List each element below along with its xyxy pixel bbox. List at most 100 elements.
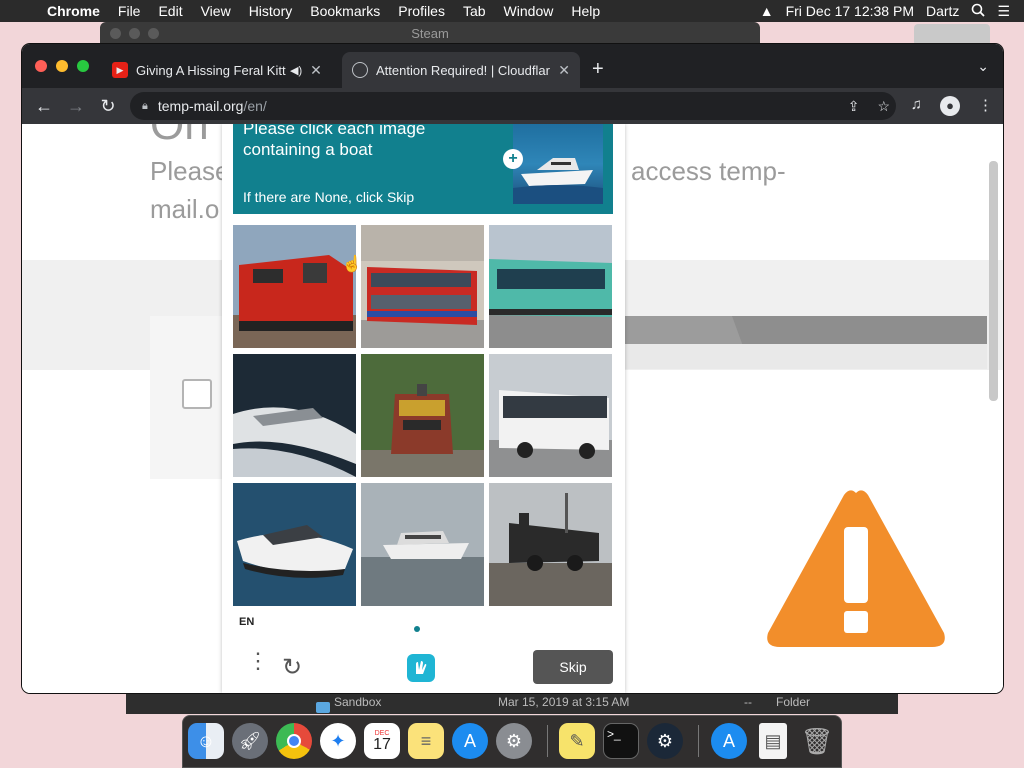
dock-separator	[698, 725, 699, 757]
captcha-image-tile[interactable]	[361, 354, 484, 477]
clock[interactable]: Fri Dec 17 12:38 PM	[786, 3, 914, 19]
finder-row-date: Mar 15, 2019 at 3:15 AM	[498, 695, 630, 709]
media-control-icon[interactable]: ♫	[911, 96, 922, 116]
captcha-prompt: Please click each image containing a boa…	[243, 124, 426, 159]
app-store-downloads-icon[interactable]: A	[711, 723, 747, 759]
hcaptcha-logo-icon	[407, 654, 435, 682]
steam-window-titlebar[interactable]: Steam	[100, 22, 760, 46]
captcha-image-tile[interactable]	[489, 225, 612, 348]
url-path: /en/	[243, 98, 267, 114]
spotlight-search-icon[interactable]	[971, 3, 986, 20]
new-tab-icon[interactable]: +	[592, 58, 604, 81]
share-icon[interactable]: ⇪	[848, 98, 860, 115]
steam-icon[interactable]: ⚙	[647, 723, 683, 759]
finder-icon[interactable]: ☺	[188, 723, 224, 759]
menu-tab[interactable]: Tab	[454, 3, 495, 19]
menu-file[interactable]: File	[109, 3, 150, 19]
system-preferences-gear-icon[interactable]: ⚙	[496, 723, 532, 759]
forward-arrow-icon[interactable]: →	[60, 96, 92, 117]
notes-icon[interactable]: ≡	[408, 723, 444, 759]
chrome-icon[interactable]	[276, 723, 312, 759]
captcha-image-tile[interactable]	[489, 483, 612, 606]
profile-avatar-icon[interactable]: ●	[940, 96, 960, 116]
page-text-right: access temp-	[631, 156, 786, 186]
captcha-image-tile[interactable]	[233, 483, 356, 606]
background-window[interactable]	[914, 24, 990, 46]
captcha-sample-image	[513, 124, 603, 204]
chrome-window: ▶ Giving A Hissing Feral Kitten ◀) ✕ Att…	[22, 44, 1003, 693]
mouse-pointer-hand-icon: ☝	[342, 256, 362, 273]
bookmark-star-icon[interactable]: ☆	[877, 98, 890, 115]
menu-bar: Chrome File Edit View History Bookmarks …	[0, 0, 1024, 22]
captcha-hint: If there are None, click Skip	[243, 189, 415, 205]
add-sample-icon: +	[503, 149, 523, 169]
finder-row-size: --	[744, 695, 752, 709]
control-center-icon[interactable]: ☰	[997, 3, 1010, 20]
captcha-image-grid	[233, 225, 613, 606]
page-text-left-1: Please	[150, 156, 230, 186]
lock-icon[interactable]: 🔒︎	[142, 100, 148, 113]
zoom-window-button[interactable]	[77, 60, 89, 72]
menu-window[interactable]: Window	[495, 3, 563, 19]
skip-button[interactable]: Skip	[533, 650, 613, 684]
document-icon[interactable]: ▤	[759, 723, 787, 759]
tab-search-chevron-icon[interactable]: ⌄	[977, 58, 989, 75]
more-menu-icon[interactable]: ⋮	[978, 96, 993, 116]
finder-row-kind: Folder	[776, 695, 811, 709]
menu-profiles[interactable]: Profiles	[389, 3, 454, 19]
page-text-left-2: mail.o	[150, 194, 220, 224]
menu-bookmarks[interactable]: Bookmarks	[301, 3, 389, 19]
scrollbar[interactable]	[989, 161, 998, 401]
page-heading-fragment: On	[150, 124, 209, 149]
eject-icon[interactable]: ▲	[760, 3, 774, 19]
finder-row-name: Sandbox	[334, 695, 382, 709]
captcha-header: Please click each image containing a boa…	[233, 124, 613, 214]
toolbar: ← → ↻ 🔒︎ temp-mail.org/en/ ⇪ ☆ ♫ ● ⋮	[22, 88, 1003, 124]
menu-history[interactable]: History	[240, 3, 302, 19]
dock-separator	[547, 725, 548, 757]
close-tab-icon[interactable]: ✕	[310, 62, 322, 79]
app-store-icon[interactable]: A	[452, 723, 488, 759]
launchpad-icon[interactable]: 🚀︎	[232, 723, 268, 759]
calendar-icon[interactable]: DEC 17	[364, 723, 400, 759]
page-band	[624, 344, 987, 369]
warning-icon	[767, 490, 945, 647]
menu-view[interactable]: View	[192, 3, 240, 19]
refresh-challenge-icon[interactable]: ↻	[282, 653, 302, 682]
page-viewport: On Please mail.o access temp- Please cli…	[22, 124, 1003, 693]
language-selector[interactable]: EN	[239, 616, 254, 628]
safari-compass-icon[interactable]: ✦	[320, 723, 356, 759]
url-domain: temp-mail.org	[157, 98, 244, 114]
minimize-window-button[interactable]	[56, 60, 68, 72]
audio-playing-icon[interactable]: ◀)	[290, 64, 302, 77]
captcha-image-tile[interactable]	[361, 225, 484, 348]
close-window-button[interactable]	[35, 60, 47, 72]
tab-cloudflare[interactable]: Attention Required! | Cloudflare ✕	[342, 52, 580, 88]
reload-icon[interactable]: ↻	[92, 96, 124, 117]
terminal-icon[interactable]: >_	[603, 723, 639, 759]
dock: ☺ 🚀︎ ✦ DEC 17 ≡ A ⚙ ✎ >_ ⚙ A ▤ 🗑︎	[182, 715, 842, 768]
tab-youtube[interactable]: ▶ Giving A Hissing Feral Kitten ◀) ✕	[102, 52, 338, 88]
captcha-image-tile[interactable]	[361, 483, 484, 606]
globe-icon	[352, 62, 368, 78]
menu-help[interactable]: Help	[562, 3, 609, 19]
steam-window-title: Steam	[411, 26, 449, 41]
captcha-image-tile[interactable]	[233, 225, 356, 348]
tab-strip: ▶ Giving A Hissing Feral Kitten ◀) ✕ Att…	[22, 44, 1003, 88]
captcha-image-tile[interactable]	[489, 354, 612, 477]
stickies-icon[interactable]: ✎	[559, 723, 595, 759]
captcha-challenge: Please click each image containing a boa…	[222, 124, 625, 693]
user-name[interactable]: Dartz	[926, 3, 959, 19]
verify-checkbox[interactable]	[182, 379, 212, 409]
back-arrow-icon[interactable]: ←	[28, 96, 60, 117]
address-bar[interactable]: 🔒︎ temp-mail.org/en/ ⇪ ☆	[130, 92, 896, 120]
close-tab-icon[interactable]: ✕	[558, 62, 570, 79]
captcha-menu-icon[interactable]: ⋮	[247, 650, 269, 672]
page-indicator-dot	[414, 626, 420, 632]
menu-edit[interactable]: Edit	[149, 3, 191, 19]
trash-icon[interactable]: 🗑︎	[799, 723, 835, 759]
menu-app-name[interactable]: Chrome	[38, 3, 109, 19]
calendar-day: 17	[373, 735, 391, 753]
tab-title: Giving A Hissing Feral Kitten	[136, 62, 286, 78]
captcha-image-tile[interactable]	[233, 354, 356, 477]
